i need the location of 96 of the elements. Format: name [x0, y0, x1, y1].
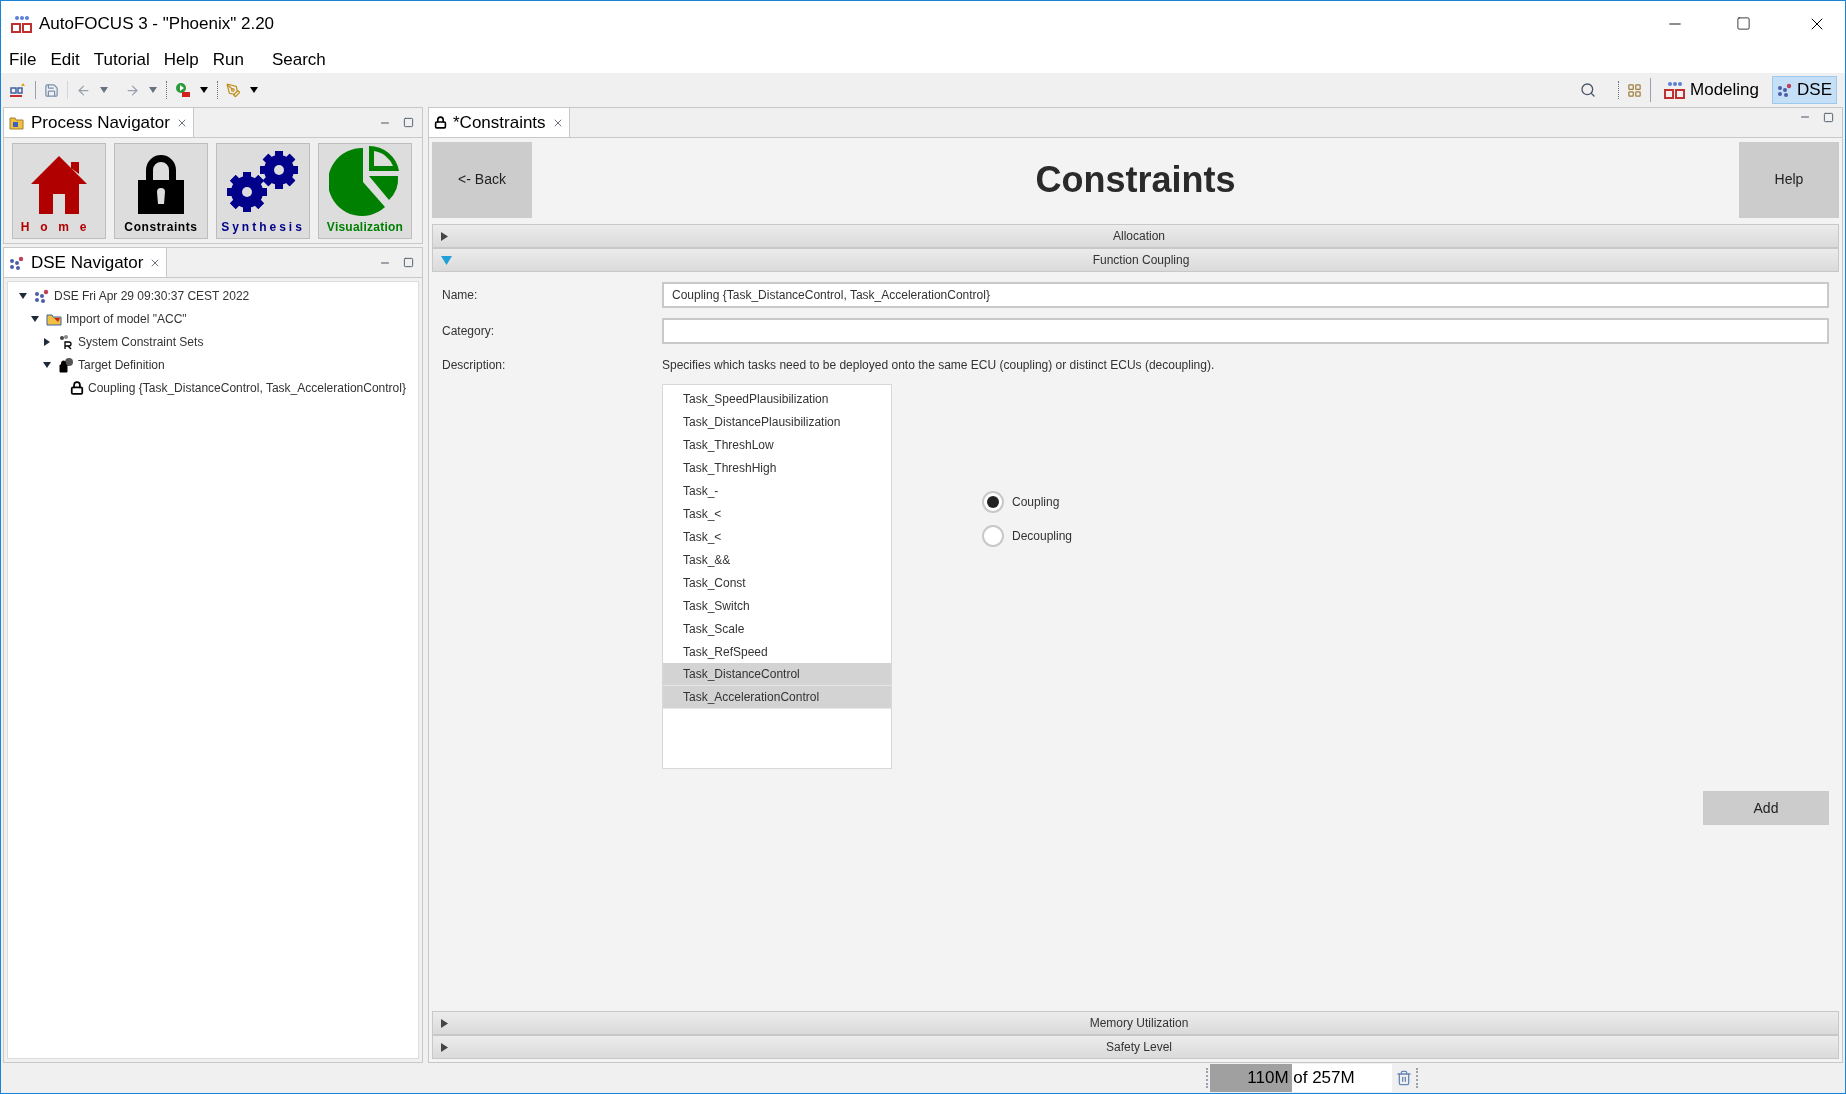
- caret-down-icon: [441, 255, 452, 265]
- task-list-item[interactable]: Task_DistanceControl: [663, 663, 891, 686]
- dots-icon: [9, 255, 25, 270]
- tree-item-label: Import of model "ACC": [66, 310, 187, 328]
- window-title: AutoFOCUS 3 - "Phoenix" 2.20: [39, 12, 275, 35]
- page-heading: Constraints: [1034, 157, 1237, 202]
- editor-tab[interactable]: *Constraints: [429, 108, 570, 137]
- caret-right-icon: [441, 1042, 448, 1052]
- category-label: Category:: [442, 323, 496, 340]
- menu-item[interactable]: File: [9, 46, 37, 73]
- caret-right-icon: [42, 336, 52, 347]
- save-icon[interactable]: [44, 82, 59, 98]
- tree-item-label: System Constraint Sets: [78, 333, 204, 351]
- view-tab[interactable]: Process Navigator: [4, 108, 194, 137]
- maximize-icon[interactable]: [403, 257, 414, 268]
- caret-down-icon: [42, 359, 52, 370]
- task-list-item[interactable]: Task_ThreshHigh: [663, 456, 891, 479]
- padlock-icon: [434, 116, 447, 129]
- description-label: Description:: [442, 357, 507, 374]
- search-icon[interactable]: [1580, 82, 1597, 98]
- tree-item[interactable]: System Constraint Sets: [42, 330, 418, 353]
- task-list-item[interactable]: Task_RefSpeed: [663, 640, 891, 663]
- menu-item[interactable]: Help: [163, 46, 199, 73]
- tree-item[interactable]: Target Definition: [42, 353, 418, 376]
- tree-item-label: DSE Fri Apr 29 09:30:37 CEST 2022: [54, 287, 250, 305]
- caret-down-icon: [199, 85, 209, 95]
- run-icon[interactable]: [175, 82, 191, 98]
- accordion-header[interactable]: Allocation: [432, 224, 1839, 248]
- perspective-button[interactable]: Modeling: [1659, 76, 1765, 104]
- task-list-item[interactable]: Task_SpeedPlausibilization: [663, 387, 891, 410]
- task-list-item[interactable]: Task_<: [663, 502, 891, 525]
- accordion-header[interactable]: Function Coupling: [432, 248, 1839, 272]
- menu-item[interactable]: Search: [271, 46, 326, 73]
- radio-button[interactable]: [982, 525, 1004, 547]
- logo-icon: [1664, 81, 1687, 99]
- dots-icon: [1777, 83, 1794, 97]
- perspective-button[interactable]: DSE: [1772, 76, 1837, 104]
- task-list-item[interactable]: Task_ThreshLow: [663, 433, 891, 456]
- view-tab[interactable]: DSE Navigator: [4, 248, 168, 277]
- menu-item[interactable]: Run: [212, 46, 244, 73]
- category-input-field[interactable]: [662, 318, 1829, 344]
- description-text: Specifies which tasks need to be deployed onto the same ECU (coupling) or distinct ECUs (decoupling).: [662, 357, 1215, 374]
- maximize-icon[interactable]: [1823, 111, 1834, 123]
- trash-icon[interactable]: [1396, 1070, 1412, 1086]
- caret-down-icon: [30, 313, 40, 324]
- caret-right-icon: [441, 1018, 448, 1028]
- caret-down-icon: [249, 85, 259, 95]
- logo-icon: [11, 14, 33, 33]
- tree-item-label: Target Definition: [78, 356, 165, 374]
- task-list-item[interactable]: Task_<: [663, 525, 891, 548]
- memory-reading: 110M of 257M: [1246, 1067, 1356, 1090]
- accordion-header[interactable]: Safety Level: [432, 1035, 1839, 1059]
- radio-option[interactable]: Decoupling: [982, 524, 1073, 548]
- tree-item[interactable]: DSE Fri Apr 29 09:30:37 CEST 2022: [18, 284, 418, 307]
- caret-down-icon: [148, 85, 158, 95]
- task-list-item[interactable]: Task_DistancePlausibilization: [663, 410, 891, 433]
- tree-item[interactable]: Coupling {Task_DistanceControl, Task_AccelerationControl}: [54, 376, 418, 399]
- folder-icon: [9, 115, 25, 130]
- task-list-item[interactable]: Task_Const: [663, 571, 891, 594]
- folder-icon: [46, 311, 62, 326]
- process-tile[interactable]: Visualization: [318, 143, 412, 239]
- menu-item[interactable]: Tutorial: [93, 46, 150, 73]
- process-tile[interactable]: Constraints: [114, 143, 208, 239]
- padlock-gear-icon: [58, 356, 74, 373]
- constraint-set-icon: [58, 333, 74, 350]
- task-list-item[interactable]: Task_-: [663, 479, 891, 502]
- process-tile[interactable]: Synthesis: [216, 143, 310, 239]
- process-tile[interactable]: Home: [12, 143, 106, 239]
- maximize-icon[interactable]: [403, 117, 414, 128]
- help-button[interactable]: Help: [1739, 141, 1839, 218]
- task-list-item[interactable]: Task_Scale: [663, 617, 891, 640]
- dots-icon: [34, 288, 50, 303]
- name-label: Name:: [442, 287, 479, 304]
- open-perspective-icon[interactable]: [1627, 82, 1643, 98]
- tree-item-label: Coupling {Task_DistanceControl, Task_AccelerationControl}: [88, 379, 406, 397]
- radio-button[interactable]: [982, 491, 1004, 513]
- pie-chart-icon: [329, 144, 401, 216]
- caret-right-icon: [441, 231, 448, 241]
- new-file-icon[interactable]: [9, 82, 27, 98]
- caret-down-icon: [99, 85, 109, 95]
- forward-arrow-icon[interactable]: [125, 82, 140, 98]
- task-list-item[interactable]: Task_Switch: [663, 594, 891, 617]
- add-button[interactable]: Add: [1703, 791, 1829, 825]
- house-icon: [29, 154, 89, 216]
- menu-item[interactable]: Edit: [50, 46, 80, 73]
- task-list-item[interactable]: Task_AccelerationControl: [663, 686, 891, 709]
- caret-down-icon: [18, 290, 28, 301]
- padlock-icon: [70, 380, 84, 395]
- radio-option[interactable]: Coupling: [982, 490, 1073, 514]
- pen-icon[interactable]: [226, 82, 241, 98]
- tree-item[interactable]: Import of model "ACC": [30, 307, 418, 330]
- maximize-icon[interactable]: [1736, 16, 1751, 31]
- back-button[interactable]: <- Back: [432, 141, 532, 218]
- accordion-header[interactable]: Memory Utilization: [432, 1011, 1839, 1035]
- task-list-item[interactable]: Task_&&: [663, 548, 891, 571]
- name-input-field[interactable]: Coupling {Task_DistanceControl, Task_AccelerationControl}: [662, 282, 1829, 308]
